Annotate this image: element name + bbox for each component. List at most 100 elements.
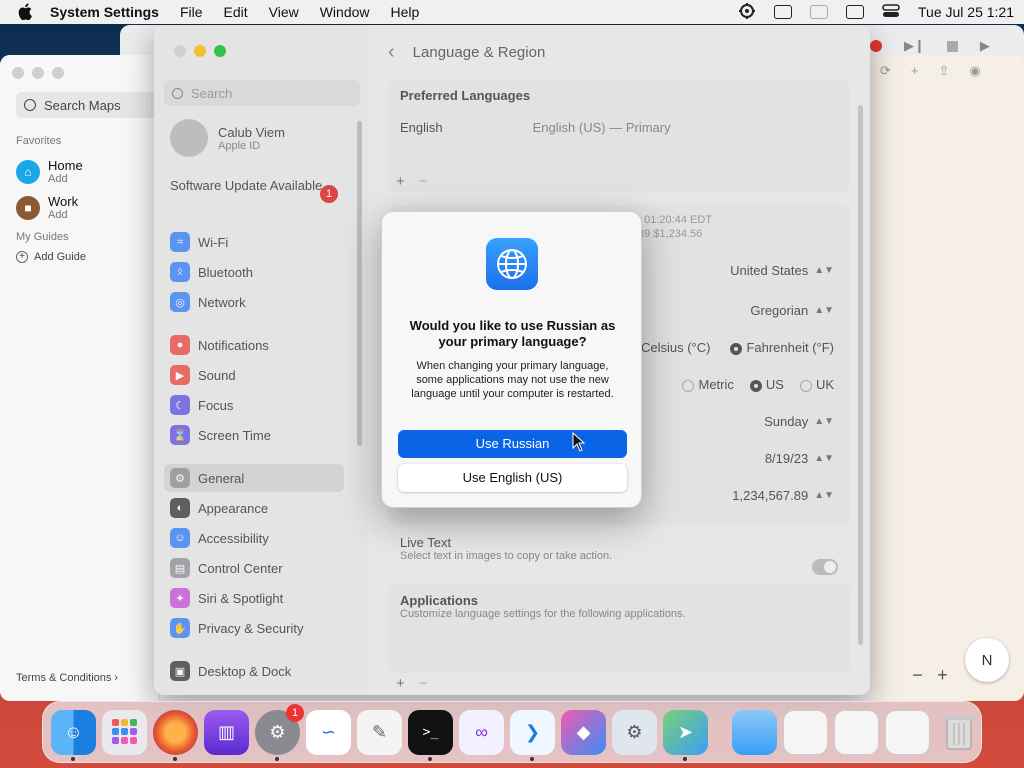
menu-view[interactable]: View	[269, 4, 299, 20]
add-guide-button[interactable]: + Add Guide	[16, 251, 86, 263]
running-indicator	[71, 756, 75, 761]
play-icon[interactable]: ▶	[980, 38, 990, 54]
zoom-in-button[interactable]: +	[937, 665, 948, 686]
menu-file[interactable]: File	[180, 4, 203, 20]
favorite-work[interactable]: ■ Work Add	[16, 194, 78, 221]
menu-edit[interactable]: Edit	[224, 4, 248, 20]
format-preview: t 01:20:44 EDT 39 $1,234.56	[638, 214, 712, 240]
settings-gear-status-icon[interactable]	[738, 2, 756, 23]
sidebar-item-bluetooth[interactable]: ᛟ Bluetooth	[164, 258, 344, 286]
visual-studio-icon[interactable]: ∞	[459, 709, 504, 755]
settings-search-input[interactable]: Search	[164, 80, 360, 106]
menu-help[interactable]: Help	[391, 4, 420, 20]
fahrenheit-radio[interactable]: Fahrenheit (°F)	[730, 340, 834, 355]
vscode-icon[interactable]: ❯	[510, 709, 555, 761]
sidebar-item-accessibility[interactable]: ☺ Accessibility	[164, 524, 344, 552]
control-center-icon[interactable]	[882, 3, 900, 21]
minimized-window-icon[interactable]	[885, 709, 930, 755]
sidebar-item-siri[interactable]: ✦ Siri & Spotlight	[164, 584, 344, 612]
stage-manager-icon[interactable]	[810, 5, 828, 19]
launchpad-icon[interactable]	[102, 709, 147, 755]
zoom-icon[interactable]	[52, 67, 64, 79]
apple-menu-icon[interactable]	[18, 3, 34, 21]
compass-icon[interactable]: N	[965, 638, 1009, 682]
close-icon[interactable]	[12, 67, 24, 79]
share-icon[interactable]: ⇧	[939, 63, 950, 79]
language-row-english[interactable]: English English (US) — Primary	[400, 120, 830, 135]
shortcuts-icon[interactable]: ◆	[561, 709, 606, 755]
folder-icon[interactable]	[732, 709, 777, 755]
sidebar-item-sound[interactable]: ▶ Sound	[164, 361, 344, 389]
sidebar-item-control-center[interactable]: ▤ Control Center	[164, 554, 344, 582]
first-day-select[interactable]: Sunday ▲▼	[764, 414, 834, 429]
trash-icon[interactable]	[936, 710, 981, 755]
preferred-languages-heading: Preferred Languages	[400, 88, 531, 103]
terms-link[interactable]: Terms & Conditions ›	[16, 672, 118, 684]
freeform-icon[interactable]: ∽	[306, 709, 351, 755]
sidebar-item-privacy[interactable]: ✋ Privacy & Security	[164, 614, 344, 642]
minimized-window-icon[interactable]	[783, 709, 828, 755]
firefox-icon[interactable]	[153, 709, 198, 761]
menubar-clock[interactable]: Tue Jul 25 1:21	[918, 4, 1014, 20]
use-russian-button[interactable]: Use Russian	[398, 430, 627, 458]
skip-icon[interactable]: ▶❙	[904, 38, 925, 54]
add-icon[interactable]: +	[911, 63, 919, 79]
window-display-icon[interactable]	[846, 5, 864, 19]
maps-search-input[interactable]: Search Maps	[16, 92, 176, 118]
celsius-radio[interactable]: Celsius (°C)	[641, 340, 710, 355]
uk-radio[interactable]: UK	[799, 377, 834, 392]
minimize-icon[interactable]	[32, 67, 44, 79]
finder-icon[interactable]: ☺	[51, 709, 96, 761]
account-icon[interactable]: ◉	[969, 63, 980, 79]
sidebar-item-notifications[interactable]: ● Notifications	[164, 331, 344, 359]
map-canvas[interactable]	[870, 55, 1024, 701]
wifi-icon: ≈	[170, 232, 190, 252]
remove-language-button[interactable]: −	[419, 173, 428, 190]
sidebar-item-wifi[interactable]: ≈ Wi-Fi	[164, 228, 344, 256]
content-scrollbar[interactable]	[858, 105, 863, 645]
minimize-icon[interactable]	[194, 45, 206, 57]
us-radio[interactable]: US	[749, 377, 784, 392]
metric-radio[interactable]: Metric	[682, 377, 734, 392]
textedit-icon[interactable]: ✎	[357, 709, 402, 755]
back-chevron-icon[interactable]: ‹	[388, 41, 395, 64]
number-format-select[interactable]: 1,234,567.89 ▲▼	[732, 488, 834, 503]
podcast-app-icon[interactable]: ▥	[204, 709, 249, 755]
automator-icon[interactable]: ⚙	[612, 709, 657, 755]
date-format-select[interactable]: 8/19/23 ▲▼	[765, 451, 834, 466]
stepper-icon: ▲▼	[814, 305, 834, 316]
live-text-toggle[interactable]	[812, 559, 838, 575]
software-update-item[interactable]: Software Update Available	[170, 178, 340, 194]
sidebar-item-general[interactable]: ⚙ General	[164, 464, 344, 492]
system-settings-icon[interactable]: ⚙ 1	[255, 703, 304, 761]
hourglass-icon: ⌛	[170, 425, 190, 445]
apple-id-item[interactable]: Calub Viem Apple ID	[170, 119, 285, 157]
sidebar-item-network[interactable]: ◎ Network	[164, 288, 344, 316]
sidebar-item-screen-time[interactable]: ⌛ Screen Time	[164, 421, 344, 449]
sidebar-item-desktop-dock[interactable]: ▣ Desktop & Dock	[164, 657, 344, 685]
calendar-select[interactable]: Gregorian ▲▼	[750, 303, 834, 318]
terminal-icon[interactable]: >_	[408, 709, 453, 761]
remove-app-button[interactable]: −	[419, 675, 428, 692]
sidebar-item-appearance[interactable]: ◐ Appearance	[164, 494, 344, 522]
minimized-window-icon[interactable]	[834, 709, 879, 755]
rotate-icon[interactable]: ⟳	[880, 63, 891, 79]
menu-app-name[interactable]: System Settings	[50, 4, 159, 20]
zoom-out-button[interactable]: −	[912, 665, 923, 686]
record-icon[interactable]	[870, 40, 882, 52]
sidebar-item-focus[interactable]: ☾ Focus	[164, 391, 344, 419]
stop-icon[interactable]	[946, 40, 958, 52]
add-language-button[interactable]: +	[396, 173, 405, 190]
favorite-home[interactable]: ⌂ Home Add	[16, 158, 83, 185]
region-select[interactable]: United States ▲▼	[730, 263, 834, 278]
use-english-button[interactable]: Use English (US)	[398, 464, 627, 492]
maps-icon[interactable]: ➤	[663, 709, 708, 761]
radio-icon	[799, 379, 812, 392]
menu-window[interactable]: Window	[320, 4, 370, 20]
add-app-button[interactable]: +	[396, 675, 405, 692]
sidebar-scrollbar[interactable]	[357, 121, 362, 446]
zoom-icon[interactable]	[214, 45, 226, 57]
close-icon[interactable]	[174, 45, 186, 57]
gear-icon: ⚙	[170, 468, 190, 488]
keyboard-input-icon[interactable]	[774, 5, 792, 19]
